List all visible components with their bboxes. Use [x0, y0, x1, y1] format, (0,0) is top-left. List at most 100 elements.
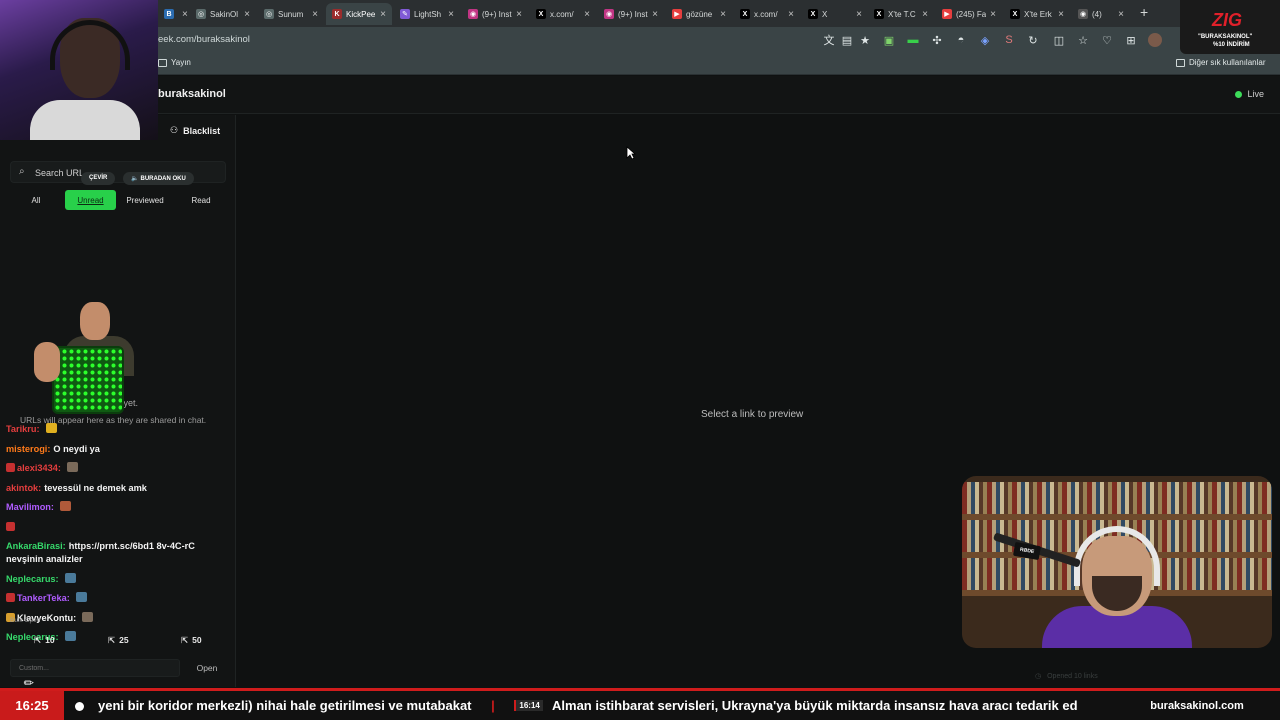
close-tab-icon[interactable]: ×: [1118, 9, 1124, 20]
close-tab-icon[interactable]: ×: [788, 9, 794, 20]
bookshelf-row: [962, 482, 1272, 514]
bulk-open-50-button[interactable]: ⇱ 50: [181, 631, 202, 649]
cevir-button[interactable]: ÇEVİR: [81, 172, 116, 185]
close-tab-icon[interactable]: ×: [244, 9, 250, 20]
chat-message: alexi3434:: [6, 462, 232, 475]
browser-tab[interactable]: X X'te Erk ×: [1004, 3, 1070, 25]
browser-tab[interactable]: ◎ Sunum ×: [258, 3, 324, 25]
translate-icon[interactable]: 文: [822, 33, 836, 47]
favorites-icon[interactable]: ☆: [1076, 33, 1090, 47]
chat-emote-icon: [75, 592, 87, 602]
ticker-separator: |: [491, 698, 495, 713]
external-link-icon: ⇱: [34, 634, 42, 645]
extension-icon[interactable]: ◓: [954, 33, 968, 47]
close-tab-icon[interactable]: ×: [182, 9, 188, 20]
browser-tab[interactable]: ◉ (9+) Inst ×: [462, 3, 528, 25]
sponsor-line1: "BURAKSAKINOL": [1198, 34, 1253, 40]
sticker-face: [80, 302, 110, 340]
profile-avatar[interactable]: [1148, 33, 1162, 47]
bulk-open-10-button[interactable]: ⇱ 10: [34, 631, 55, 649]
folder-icon: [1176, 58, 1185, 67]
bulk-open-label: Bulk Open: [10, 617, 41, 624]
record-dot-icon: [70, 697, 88, 715]
chat-emote-icon: [82, 611, 94, 622]
live-dot-icon: [1235, 90, 1243, 98]
chat-username: Neplecarus:: [6, 573, 59, 584]
ticker-clock: 16:25: [0, 691, 64, 720]
browser-tab[interactable]: ◎ SakinOl ×: [190, 3, 256, 25]
reader-icon[interactable]: ▤: [840, 33, 854, 47]
bookmark-other[interactable]: Diğer sık kullanılanlar: [1176, 58, 1265, 67]
chat-message: TankerTeka:: [6, 592, 232, 605]
close-tab-icon[interactable]: ×: [312, 9, 318, 20]
extension-icon[interactable]: ▬: [906, 33, 920, 47]
tab-title: (4): [1092, 9, 1102, 19]
filter-tabs: All Unread Previewed Read: [0, 190, 236, 210]
browser-tab[interactable]: ◉ (9+) Inst ×: [598, 3, 664, 25]
filter-previewed[interactable]: Previewed: [122, 190, 168, 210]
search-placeholder: Search URL: [35, 168, 85, 178]
chat-message: Neplecarus:: [6, 572, 232, 586]
live-label: Live: [1247, 89, 1264, 99]
close-tab-icon[interactable]: ×: [922, 9, 928, 20]
bookmark-star-icon[interactable]: ★: [858, 33, 872, 47]
blacklist-label: Blacklist: [183, 125, 221, 136]
blacklist-button[interactable]: ⚇ Blacklist: [170, 125, 220, 136]
chat-badge-icon: [6, 463, 15, 472]
close-tab-icon[interactable]: ×: [720, 9, 726, 20]
browser-tab[interactable]: ◉ (4) ×: [1072, 3, 1130, 25]
browser-tab[interactable]: BBu×: [158, 3, 188, 25]
chat-emote-icon: [64, 631, 76, 641]
extension-icon[interactable]: S: [1002, 33, 1016, 47]
new-tab-icon[interactable]: +: [1140, 4, 1148, 20]
tab-favicon-icon: ◉: [604, 9, 614, 19]
filter-all[interactable]: All: [24, 190, 48, 210]
extension-icon[interactable]: ✣: [930, 33, 944, 47]
chat-message: misterogi: O neydi ya: [6, 443, 232, 456]
heart-icon[interactable]: ♡: [1100, 33, 1114, 47]
filter-read[interactable]: Read: [186, 190, 216, 210]
close-tab-icon[interactable]: ×: [652, 9, 658, 20]
open-button[interactable]: Open: [188, 659, 226, 677]
bookmark-yayin[interactable]: Yayın: [158, 58, 191, 67]
close-tab-icon[interactable]: ×: [516, 9, 522, 20]
split-view-icon[interactable]: ◫: [1052, 33, 1066, 47]
tab-title: gözüne: [686, 9, 713, 19]
custom-count-input[interactable]: Custom...: [10, 659, 180, 677]
refresh-icon[interactable]: ↻: [1026, 33, 1040, 47]
browser-tab[interactable]: Xx.com/ ×: [530, 3, 596, 25]
tab-favicon-icon: ▶: [942, 9, 952, 19]
tab-title: (9+) Inst: [618, 9, 648, 19]
streamer-webcam: [0, 0, 158, 140]
chat-message: Tarikru:: [6, 423, 232, 436]
custom-placeholder: Custom...: [19, 665, 49, 672]
browser-tab[interactable]: Xx.com/ ×: [734, 3, 800, 25]
ticker-headline: Alman istihbarat servisleri, Ukrayna'ya …: [552, 698, 1078, 713]
close-tab-icon[interactable]: ×: [584, 9, 590, 20]
close-tab-icon[interactable]: ×: [380, 9, 386, 20]
browser-tab[interactable]: ✎ LightSh ×: [394, 3, 460, 25]
close-tab-icon[interactable]: ×: [990, 9, 996, 20]
folder-icon: [158, 58, 167, 67]
clock-icon: ◷: [1035, 673, 1042, 680]
bulk-open-25-button[interactable]: ⇱ 25: [108, 631, 129, 649]
collections-icon[interactable]: ⊞: [1124, 33, 1138, 47]
browser-tab[interactable]: X X'te T.C ×: [868, 3, 934, 25]
tab-title: X: [822, 9, 828, 19]
chat-badge-icon: [6, 521, 15, 531]
close-tab-icon[interactable]: ×: [856, 9, 862, 20]
browser-tab[interactable]: ▶ gözüne ×: [666, 3, 732, 25]
browser-tab[interactable]: X X ×: [802, 3, 868, 25]
browser-tab[interactable]: K KickPee ×: [326, 3, 392, 25]
chat-username: Mavilimon:: [6, 502, 54, 512]
extension-icon[interactable]: ▣: [882, 33, 896, 47]
extension-icon[interactable]: ◈: [978, 33, 992, 47]
filter-unread[interactable]: Unread: [65, 190, 116, 210]
chat-message: akintok: tevessül ne demek amk: [6, 482, 232, 495]
address-bar[interactable]: eek.com/buraksakinol: [158, 34, 250, 45]
close-tab-icon[interactable]: ×: [1058, 9, 1064, 20]
browser-toolbar: eek.com/buraksakinol 文 ▤ ★ ▣ ▬ ✣ ◓ ◈ S ↻…: [0, 27, 1280, 53]
browser-tab[interactable]: ▶ (245) Fa ×: [936, 3, 1002, 25]
buradan-oku-button[interactable]: 🔈 BURADAN OKU: [123, 172, 194, 185]
close-tab-icon[interactable]: ×: [448, 9, 454, 20]
